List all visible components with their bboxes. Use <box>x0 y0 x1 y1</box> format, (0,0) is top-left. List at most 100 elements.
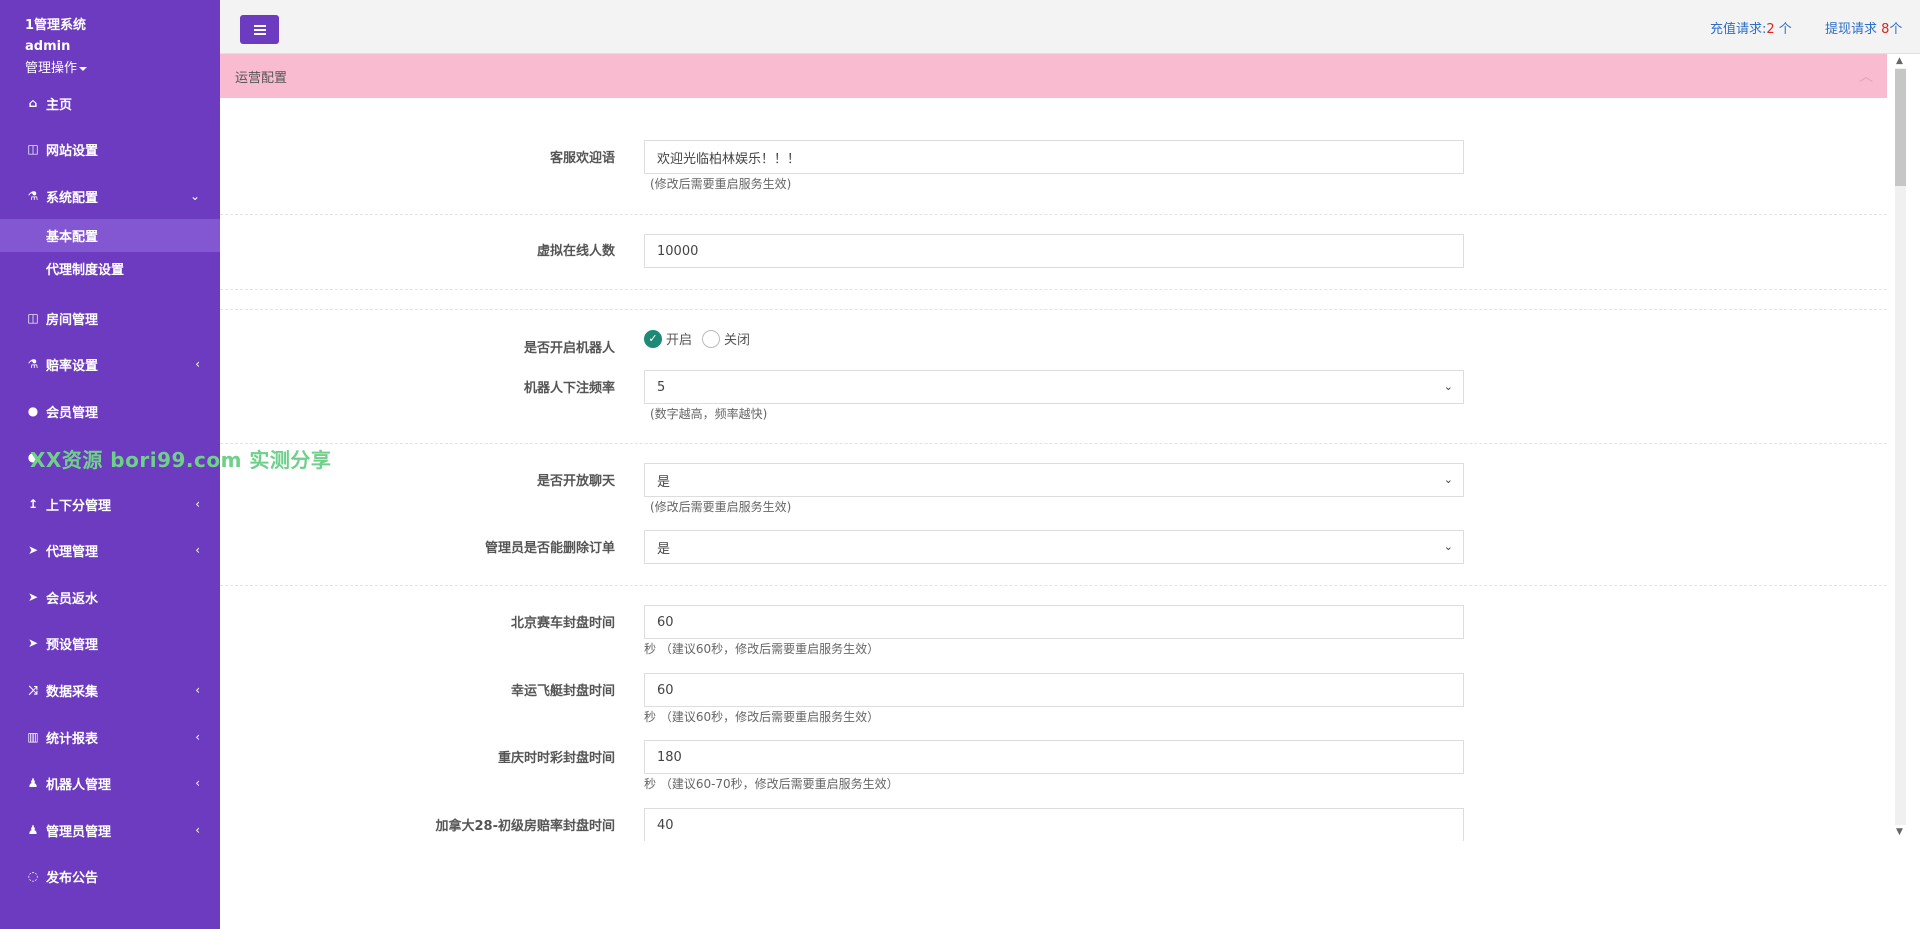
chat-enable-value: 是 <box>657 474 671 490</box>
xy-close-input[interactable]: 60 <box>644 673 1464 707</box>
sidebar-item-preset-management[interactable]: ➤ 预设管理 <box>0 624 220 662</box>
jnd-close-input[interactable]: 40 <box>644 808 1464 841</box>
random-icon: ⤨ <box>28 682 38 697</box>
chevron-left-icon: ‹ <box>195 543 200 557</box>
divider <box>220 585 1887 586</box>
chevron-left-icon: ‹ <box>195 730 200 744</box>
sidebar-item-label: 发布公告 <box>46 870 99 886</box>
chevron-left-icon: ‹ <box>195 497 200 511</box>
sidebar-toggle-button[interactable] <box>240 15 279 44</box>
sidebar-item-site-settings[interactable]: ◫ 网站设置 <box>0 130 220 168</box>
panel-title: 运营配置 <box>235 70 288 86</box>
caret-down-icon <box>79 66 88 71</box>
sidebar-subitem-label: 基本配置 <box>46 230 99 245</box>
delete-order-select[interactable]: 是 ⌄ <box>644 530 1464 564</box>
sidebar-item-odds-settings[interactable]: ⚗ 赔率设置 ‹ <box>0 345 220 383</box>
chat-enable-select[interactable]: 是 ⌄ <box>644 463 1464 497</box>
sidebar-item-room-management[interactable]: ◫ 房间管理 <box>0 299 220 337</box>
divider <box>220 289 1887 290</box>
bars-icon <box>253 24 266 35</box>
watermark-text: XX资源 bori99.com 实测分享 <box>30 448 332 472</box>
sidebar-item-agent-management[interactable]: ➤ 代理管理 ‹ <box>0 531 220 569</box>
robot-frequency-label: 机器人下注频率 <box>523 381 615 396</box>
home-icon: ⌂ <box>28 96 38 110</box>
delete-order-value: 是 <box>657 541 671 557</box>
delete-order-label: 管理员是否能删除订单 <box>484 541 615 556</box>
scroll-thumb[interactable] <box>1895 69 1906 186</box>
sidebar-subitem-label: 代理制度设置 <box>46 263 125 278</box>
online-count-input[interactable]: 10000 <box>644 234 1464 268</box>
sidebar-item-label: 网站设置 <box>46 143 99 159</box>
recharge-count: 2 <box>1766 22 1775 37</box>
sidebar-item-system-config[interactable]: ⚗ 系统配置 ⌄ <box>0 177 220 215</box>
cq-close-label: 重庆时时彩封盘时间 <box>497 751 615 766</box>
chevron-down-icon: ⌄ <box>189 189 200 203</box>
sidebar-item-label: 预设管理 <box>46 637 99 653</box>
flask-icon: ⚗ <box>27 189 39 203</box>
cq-close-input[interactable]: 180 <box>644 740 1464 774</box>
sidebar-item-label: 赔率设置 <box>46 358 99 374</box>
welcome-input[interactable]: 欢迎光临柏林娱乐！！！ <box>644 140 1464 174</box>
chevron-left-icon: ‹ <box>195 357 200 371</box>
sidebar-item-data-collection[interactable]: ⤨ 数据采集 ‹ <box>0 671 220 709</box>
flask-icon: ⚗ <box>27 357 39 371</box>
xy-close-help: 秒 （建议60秒，修改后需要重启服务生效） <box>644 710 880 724</box>
user-icon: ● <box>27 404 39 418</box>
jnd-close-value: 40 <box>657 817 674 833</box>
online-count-label: 虚拟在线人数 <box>536 244 615 259</box>
male-icon: ♟ <box>27 823 39 837</box>
sidebar-item-label: 会员管理 <box>46 405 99 421</box>
robot-off-radio[interactable]: 关闭 <box>702 329 750 348</box>
robot-off-label: 关闭 <box>724 333 751 348</box>
scroll-down-icon[interactable]: ▼ <box>1896 827 1903 837</box>
chevron-left-icon: ‹ <box>195 823 200 837</box>
sidebar-item-robot-management[interactable]: ♟ 机器人管理 ‹ <box>0 764 220 802</box>
withdraw-label: 提现请求 <box>1825 22 1882 37</box>
jnd-close-label: 加拿大28-初级房赔率封盘时间 <box>435 819 616 834</box>
bj-close-input[interactable]: 60 <box>644 605 1464 639</box>
xy-close-value: 60 <box>657 682 674 698</box>
sidebar-item-member-rebate[interactable]: ➤ 会员返水 <box>0 578 220 616</box>
robot-frequency-select[interactable]: 5 ⌄ <box>644 370 1464 404</box>
paper-plane-icon: ➤ <box>27 543 39 557</box>
recharge-label: 充值请求: <box>1710 22 1767 37</box>
vertical-scrollbar[interactable]: ▲ ▼ <box>1887 54 1920 841</box>
chevron-left-icon: ‹ <box>195 683 200 697</box>
welcome-value: 欢迎光临柏林娱乐！！！ <box>657 151 801 167</box>
sidebar-item-member-management[interactable]: ● 会员管理 <box>0 392 220 430</box>
sidebar-item-label: 会员返水 <box>46 591 99 607</box>
online-count-value: 10000 <box>657 243 699 259</box>
chevron-down-icon: ⌄ <box>1443 473 1453 486</box>
sidebar-item-reports[interactable]: ▥ 统计报表 ‹ <box>0 718 220 756</box>
withdraw-requests-link[interactable]: 提现请求 8个 <box>1825 18 1902 37</box>
chevron-down-icon: ⌄ <box>1443 540 1453 553</box>
cq-close-help: 秒 （建议60-70秒，修改后需要重启服务生效） <box>644 777 899 791</box>
sidebar-item-label: 统计报表 <box>46 731 99 747</box>
robot-on-radio[interactable]: ✓ 开启 <box>644 329 692 348</box>
welcome-label: 客服欢迎语 <box>549 151 615 166</box>
chevron-up-icon[interactable]: ︿ <box>1859 66 1873 86</box>
sidebar-subitem-basic-config[interactable]: 基本配置 <box>0 219 220 252</box>
divider <box>220 214 1887 215</box>
sidebar-item-label: 主页 <box>46 97 73 113</box>
bj-close-help: 秒 （建议60秒，修改后需要重启服务生效） <box>644 642 880 656</box>
sidebar-item-label: 房间管理 <box>46 312 99 328</box>
sidebar-subitem-agent-settings[interactable]: 代理制度设置 <box>0 252 220 285</box>
user-menu-label: 管理操作 <box>25 61 78 76</box>
xy-close-label: 幸运飞艇封盘时间 <box>510 684 615 699</box>
sidebar-item-label: 机器人管理 <box>46 777 112 793</box>
sidebar-item-admin-management[interactable]: ♟ 管理员管理 ‹ <box>0 811 220 849</box>
cq-close-value: 180 <box>657 749 682 765</box>
sidebar-item-credit-management[interactable]: ↥ 上下分管理 ‹ <box>0 485 220 523</box>
recharge-requests-link[interactable]: 充值请求:2 个 <box>1710 18 1792 37</box>
robot-enable-label: 是否开启机器人 <box>523 341 615 356</box>
check-icon: ✓ <box>644 329 662 348</box>
bj-close-label: 北京赛车封盘时间 <box>510 616 615 631</box>
sidebar-item-home[interactable]: ⌂ 主页 <box>0 84 220 122</box>
chevron-left-icon: ‹ <box>195 776 200 790</box>
radio-empty-icon <box>702 329 720 348</box>
sidebar-item-announcements[interactable]: ◌ 发布公告 <box>0 857 220 895</box>
sidebar-item-label: 数据采集 <box>46 684 99 700</box>
scroll-up-icon[interactable]: ▲ <box>1896 56 1903 66</box>
user-menu-dropdown[interactable]: 管理操作 <box>25 57 88 76</box>
